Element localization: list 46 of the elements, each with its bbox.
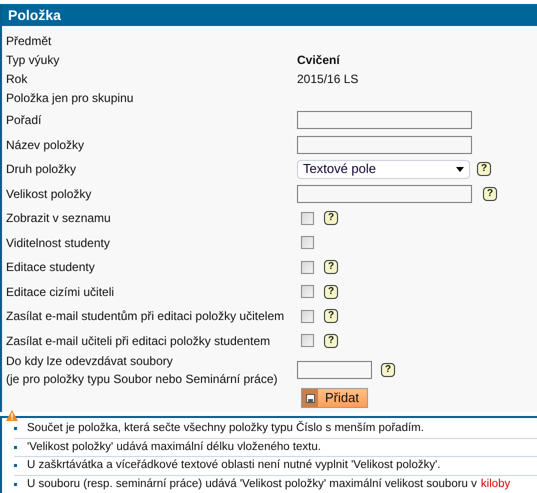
- field-value: 2015/16 LS: [297, 70, 358, 88]
- note-text: U souboru (resp. seminární práce) udává 'Velikost položky' maximální velikost souboru v: [27, 476, 477, 492]
- text-field[interactable]: [297, 136, 472, 154]
- text-field[interactable]: [297, 184, 472, 202]
- field-label: Viditelnost studenty: [6, 234, 111, 252]
- field-label: Název položky: [6, 136, 86, 154]
- field-label: Zobrazit v seznamu: [6, 210, 112, 228]
- help-bubble[interactable]: ?: [324, 211, 338, 226]
- note-text: U zaškrtávátka a víceřádkové textové oblasti není nutné vyplnit 'Velikost položky'.: [27, 458, 440, 474]
- dropdown-caret-icon: [456, 166, 464, 172]
- help-bubble[interactable]: ?: [324, 334, 338, 348]
- field-label: Položka jen pro skupinu: [6, 90, 134, 106]
- field-label: Rok: [6, 70, 28, 88]
- note-link[interactable]: kiloby: [480, 476, 510, 493]
- field-value: Cvičení: [297, 52, 340, 68]
- save-icon: [306, 394, 314, 402]
- help-bubble[interactable]: ?: [477, 162, 491, 176]
- field-label: Předmět: [6, 32, 52, 50]
- field-note: (je pro položky typu Soubor nebo Seminární práce): [6, 371, 278, 388]
- note-text: Součet je položka, která sečte všechny položky typu Číslo s menším pořadím.: [27, 420, 424, 436]
- field-label: Do kdy lze odevzdávat soubory: [6, 353, 174, 370]
- help-bubble[interactable]: ?: [324, 284, 338, 299]
- help-bubble[interactable]: ?: [324, 260, 338, 274]
- date-field[interactable]: [297, 361, 372, 379]
- help-bubble[interactable]: ?: [324, 309, 338, 324]
- field-label: Editace studenty: [6, 259, 96, 276]
- help-bubble[interactable]: ?: [381, 363, 395, 377]
- checkbox[interactable]: [301, 236, 314, 250]
- field-label: Druh položky: [6, 161, 78, 178]
- help-bubble[interactable]: ?: [483, 186, 497, 200]
- checkbox[interactable]: [301, 334, 314, 348]
- field-label: Editace cizími učiteli: [6, 284, 116, 301]
- panel-header: Položka: [2, 4, 537, 26]
- note-text: 'Velikost položky' udává maximální délku vloženého textu.: [27, 440, 321, 455]
- field-label: Zasílat e-mail studentům při editaci položky učitelem: [6, 308, 286, 326]
- add-button[interactable]: Přidat: [301, 388, 368, 408]
- checkbox[interactable]: [301, 212, 314, 225]
- field-label: Typ výuky: [6, 52, 60, 68]
- field-label: Zasílat e-mail učiteli při editaci položky studentem: [6, 332, 272, 350]
- text-field[interactable]: [297, 110, 472, 128]
- field-label: Velikost položky: [6, 186, 92, 202]
- field-label: Pořadí: [6, 112, 42, 128]
- type-select[interactable]: Textové pole: [297, 160, 470, 178]
- checkbox[interactable]: [301, 310, 314, 323]
- checkbox[interactable]: [301, 260, 314, 274]
- checkbox[interactable]: [301, 285, 314, 298]
